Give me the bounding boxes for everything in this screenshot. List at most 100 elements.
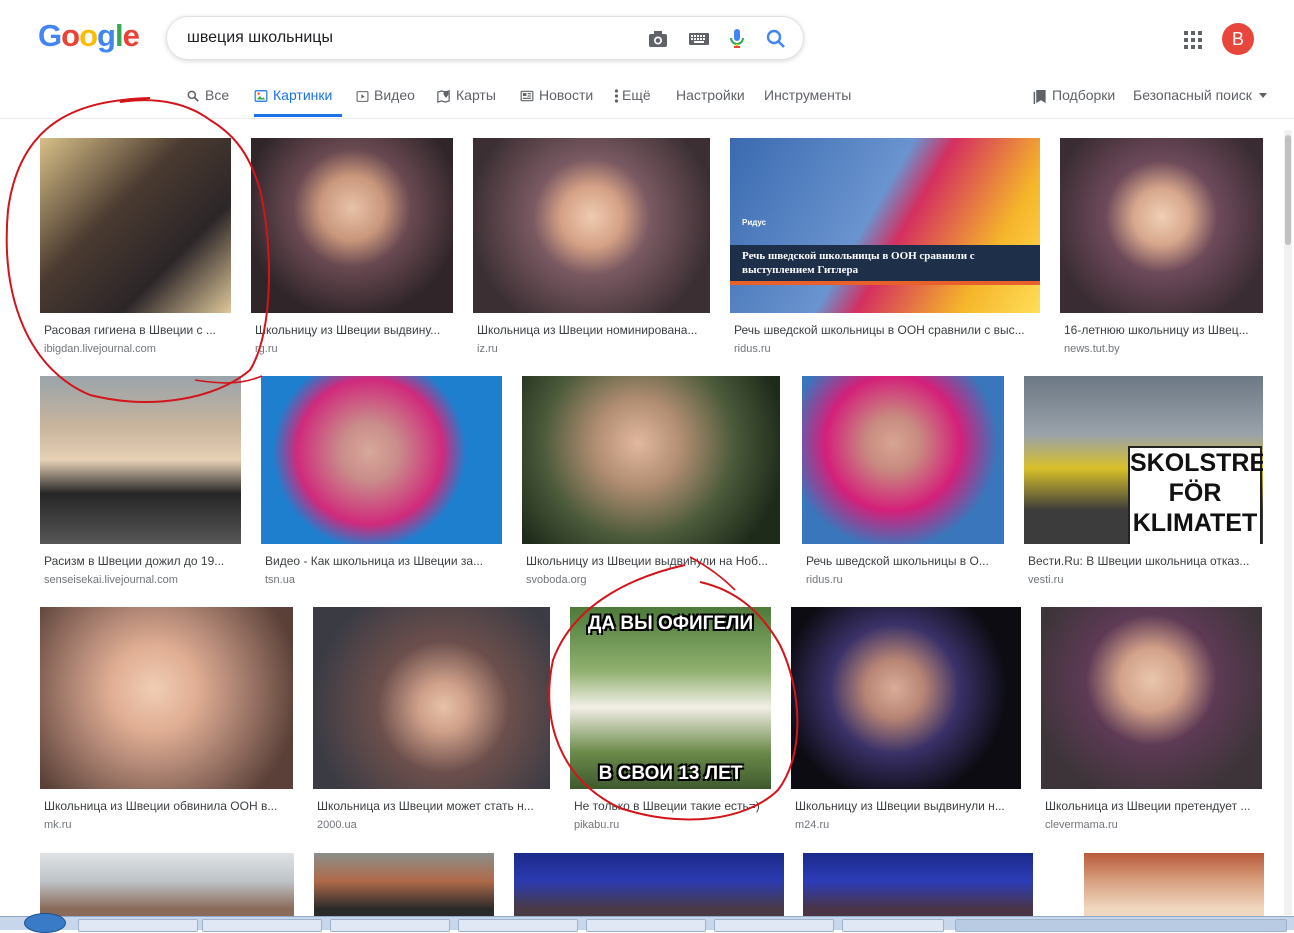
logo-letter: g: [97, 18, 116, 53]
result-thumbnail[interactable]: [40, 607, 293, 789]
result-title[interactable]: Речь шведской школьницы в ООН сравнили с…: [734, 323, 1038, 337]
google-logo[interactable]: Google: [38, 18, 140, 54]
result-source[interactable]: m24.ru: [795, 819, 829, 831]
keyboard-icon[interactable]: [687, 27, 711, 51]
result-title[interactable]: Вести.Ru: В Швеции школьница отказ...: [1028, 554, 1261, 568]
search-input[interactable]: швеция школьницы: [187, 29, 333, 47]
result-source[interactable]: clevermama.ru: [1045, 819, 1118, 831]
search-icon[interactable]: [764, 27, 788, 51]
taskbar-item[interactable]: [842, 919, 944, 932]
apps-grid-icon[interactable]: [1183, 30, 1203, 50]
result-thumbnail[interactable]: [522, 376, 780, 544]
logo-letter: o: [79, 18, 98, 53]
tab-tools[interactable]: Инструменты: [764, 78, 851, 116]
taskbar-item[interactable]: [586, 919, 706, 932]
result-thumbnail[interactable]: [40, 138, 231, 313]
search-box[interactable]: швеция школьницы: [166, 16, 804, 60]
tab-label: Настройки: [676, 87, 745, 103]
result-title[interactable]: Видео - Как школьница из Швеции за...: [265, 554, 500, 568]
taskbar-item[interactable]: [330, 919, 450, 932]
result-title[interactable]: Расовая гигиена в Швеции с ...: [44, 323, 229, 337]
microphone-icon[interactable]: [725, 27, 749, 51]
result-source[interactable]: 2000.ua: [317, 819, 357, 831]
result-thumbnail[interactable]: [40, 853, 294, 923]
result-source[interactable]: senseisekai.livejournal.com: [44, 574, 178, 586]
result-title[interactable]: Речь шведской школьницы в О...: [806, 554, 1002, 568]
result-source[interactable]: rg.ru: [255, 343, 278, 355]
result-source[interactable]: ibigdan.livejournal.com: [44, 343, 156, 355]
safesearch-dropdown[interactable]: Безопасный поиск: [1133, 78, 1267, 116]
result-source[interactable]: ridus.ru: [734, 343, 771, 355]
result-thumbnail[interactable]: [261, 376, 502, 544]
result-thumbnail[interactable]: [473, 138, 710, 313]
image-overlay-caption: Речь шведской школьницы в ООН сравнили с…: [730, 245, 1040, 285]
result-source[interactable]: ridus.ru: [806, 574, 843, 586]
result-thumbnail[interactable]: [313, 607, 550, 789]
tab-news[interactable]: Новости: [520, 78, 593, 116]
result-title[interactable]: 16-летнюю школьницу из Швец...: [1064, 323, 1261, 337]
taskbar-item[interactable]: [714, 919, 834, 932]
protest-sign-line: KLIMATET: [1132, 509, 1258, 537]
result-thumbnail[interactable]: SKOLSTREJKFÖRKLIMATET: [1024, 376, 1263, 544]
tab-label: Инструменты: [764, 87, 852, 103]
chevron-down-icon: [1258, 93, 1267, 99]
result-title[interactable]: Школьница из Швеции претендует ...: [1045, 799, 1260, 813]
start-button[interactable]: [24, 913, 66, 933]
protest-sign-line: SKOLSTREJK: [1130, 449, 1263, 477]
result-title[interactable]: Не только в Швеции такие есть=): [574, 799, 769, 813]
result-title[interactable]: Школьницу из Швеции выдвинули на Ноб...: [526, 554, 778, 568]
result-thumbnail[interactable]: [803, 853, 1033, 923]
os-taskbar: [0, 913, 1294, 933]
result-source[interactable]: tsn.ua: [265, 574, 295, 586]
system-tray: [955, 919, 1287, 932]
tab-settings[interactable]: Настройки: [676, 78, 745, 116]
result-thumbnail[interactable]: [1060, 138, 1263, 313]
tab-all[interactable]: Все: [186, 78, 229, 116]
account-avatar[interactable]: B: [1222, 23, 1254, 55]
tab-label: Видео: [374, 87, 415, 103]
result-title[interactable]: Школьницу из Швеции выдвину...: [255, 323, 451, 337]
result-source[interactable]: iz.ru: [477, 343, 498, 355]
result-source[interactable]: news.tut.by: [1064, 343, 1120, 355]
result-thumbnail[interactable]: [1041, 607, 1262, 789]
result-source[interactable]: svoboda.org: [526, 574, 587, 586]
image-overlay-badge: Ридус: [742, 218, 767, 227]
scrollbar-thumb[interactable]: [1285, 135, 1291, 245]
result-thumbnail[interactable]: [40, 376, 241, 544]
result-thumbnail[interactable]: [314, 853, 494, 923]
result-thumbnail[interactable]: [802, 376, 1004, 544]
tab-label: Карты: [456, 87, 496, 103]
news-icon: [520, 91, 534, 102]
logo-letter: o: [61, 18, 80, 53]
taskbar-item[interactable]: [78, 919, 198, 932]
scrollbar[interactable]: [1284, 130, 1292, 915]
result-source[interactable]: pikabu.ru: [574, 819, 619, 831]
search-tabs: Все Картинки Видео Карты Новости Ещё Нас…: [0, 78, 1294, 119]
tab-images[interactable]: Картинки: [254, 78, 342, 117]
tab-more[interactable]: Ещё: [614, 78, 651, 116]
search-icon: [187, 90, 199, 103]
safesearch-label: Безопасный поиск: [1133, 87, 1252, 103]
result-title[interactable]: Школьница из Швеции может стать н...: [317, 799, 548, 813]
result-thumbnail[interactable]: ДА ВЫ ОФИГЕЛИ В СВОИ 13 ЛЕТ: [570, 607, 771, 789]
video-icon: [356, 90, 369, 102]
result-title[interactable]: Школьница из Швеции обвинила ООН в...: [44, 799, 291, 813]
taskbar-item[interactable]: [458, 919, 578, 932]
result-thumbnail[interactable]: [514, 853, 784, 923]
result-thumbnail[interactable]: Речь шведской школьницы в ООН сравнили с…: [730, 138, 1040, 313]
result-title[interactable]: Школьница из Швеции номинирована...: [477, 323, 708, 337]
result-thumbnail[interactable]: [791, 607, 1021, 789]
result-thumbnail[interactable]: [251, 138, 453, 313]
logo-letter: e: [122, 18, 140, 53]
collections-link[interactable]: Подборки: [1033, 78, 1115, 116]
taskbar-item[interactable]: [202, 919, 322, 932]
tab-maps[interactable]: Карты: [436, 78, 496, 116]
result-thumbnail[interactable]: [1084, 853, 1264, 923]
camera-icon[interactable]: [646, 27, 670, 51]
result-title[interactable]: Школьницу из Швеции выдвинули н...: [795, 799, 1019, 813]
result-source[interactable]: vesti.ru: [1028, 574, 1063, 586]
result-source[interactable]: mk.ru: [44, 819, 72, 831]
tab-video[interactable]: Видео: [356, 78, 415, 116]
result-title[interactable]: Расизм в Швеции дожил до 19...: [44, 554, 239, 568]
meme-bottom-text: В СВОИ 13 ЛЕТ: [598, 763, 743, 784]
